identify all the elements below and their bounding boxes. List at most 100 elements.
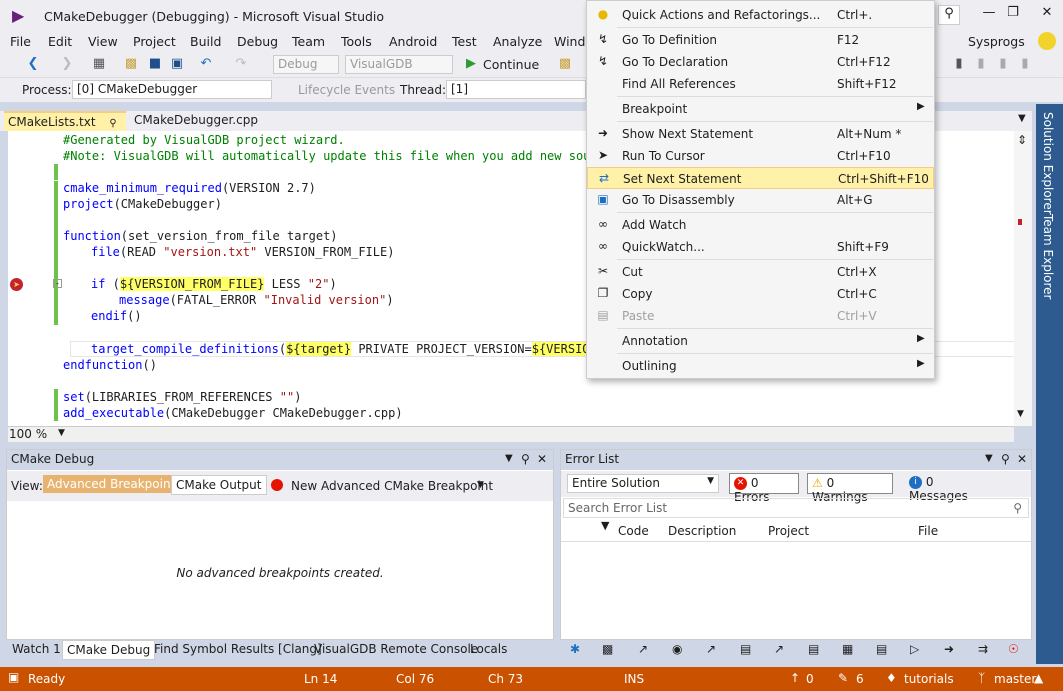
tab-watch1[interactable]: Watch 1 (8, 640, 65, 660)
zoom-select[interactable]: 100 % (9, 427, 47, 441)
menu-item-quickwatch[interactable]: ∞ QuickWatch... Shift+F9 (587, 236, 934, 258)
menu-android[interactable]: Android (389, 34, 437, 49)
status-branch[interactable]: master (994, 672, 1036, 686)
dashboard-icon[interactable]: ◉ (672, 642, 682, 656)
next-bookmark-icon[interactable]: ▮ (994, 56, 1012, 74)
collapse-icon[interactable]: - (53, 279, 62, 288)
up-arrow-icon[interactable]: ↑ (790, 671, 800, 685)
menu-tools[interactable]: Tools (341, 34, 372, 49)
tab-cmake-debug[interactable]: CMake Debug (62, 640, 156, 660)
tab-remote-console[interactable]: VisualGDB Remote Console (310, 640, 482, 660)
export-icon[interactable]: ⇉ (978, 642, 988, 656)
scroll-down-icon[interactable]: ▼ (1017, 409, 1024, 419)
menu-item-copy[interactable]: ❐ Copy Ctrl+C (587, 283, 934, 305)
tab-cmakedebugger-cpp[interactable]: CMakeDebugger.cpp (128, 111, 268, 131)
menu-item-go-to-definition[interactable]: ↯ Go To Definition F12 (587, 29, 934, 51)
editor-vertical-scrollbar[interactable]: ⇕ ▼ (1014, 131, 1032, 426)
chip-icon[interactable]: ▩ (602, 642, 613, 656)
menu-item-quick-actions[interactable]: ● Quick Actions and Refactorings... Ctrl+. (587, 4, 934, 26)
new-project-icon[interactable]: ▦ (90, 56, 108, 74)
graph-icon[interactable]: ↗ (774, 642, 784, 656)
menu-item-outlining[interactable]: Outlining ▶ (587, 355, 934, 377)
column-project[interactable]: Project (768, 524, 809, 538)
scope-select[interactable]: Entire Solution ▼ (567, 474, 719, 493)
thread-select[interactable]: [1] (446, 80, 586, 99)
panel-pin-icon[interactable]: ⚲ (1001, 452, 1010, 466)
minimize-button[interactable]: — (978, 5, 1000, 25)
team-explorer-tab[interactable]: Team Explorer (1041, 214, 1055, 300)
warnings-filter-button[interactable]: ⚠ 0 Warnings (807, 473, 893, 504)
notification-icon[interactable]: ☉ (1008, 642, 1019, 656)
menu-team[interactable]: Team (292, 34, 325, 49)
tab-cmake-output[interactable]: CMake Output (171, 475, 267, 495)
lifecycle-events-button[interactable]: Lifecycle Events (298, 83, 395, 97)
tab-locals[interactable]: Locals (466, 640, 511, 660)
tab-cmakelists[interactable]: CMakeLists.txt ⚲ ✕ (4, 111, 126, 143)
continue-play-icon[interactable]: ▶ (462, 56, 480, 74)
menu-item-go-to-disassembly[interactable]: ▣ Go To Disassembly Alt+G (587, 189, 934, 211)
tab-dropdown-icon[interactable]: ▼ (1018, 113, 1026, 124)
open-folder-icon[interactable]: ▩ (122, 56, 140, 74)
menu-item-add-watch[interactable]: ∞ Add Watch (587, 214, 934, 236)
menu-file[interactable]: File (10, 34, 31, 49)
menu-analyze[interactable]: Analyze (493, 34, 542, 49)
grid-icon[interactable]: ▦ (842, 642, 853, 656)
platform-select[interactable]: VisualGDB (345, 55, 453, 74)
panel-close-icon[interactable]: ✕ (1017, 452, 1027, 466)
tab-find-symbol[interactable]: Find Symbol Results [Clang] (150, 640, 326, 660)
menu-item-paste[interactable]: ▤ Paste Ctrl+V (587, 305, 934, 327)
back-icon[interactable]: ❮ (24, 56, 42, 74)
clear-bookmarks-icon[interactable]: ▮ (1016, 56, 1034, 74)
clipboard-icon[interactable]: ▤ (740, 642, 751, 656)
status-unpushed[interactable]: 0 (806, 672, 814, 686)
menu-item-go-to-declaration[interactable]: ↯ Go To Declaration Ctrl+F12 (587, 51, 934, 73)
menu-item-annotation[interactable]: Annotation ▶ (587, 330, 934, 352)
arrow-icon[interactable]: ➜ (944, 642, 954, 656)
errors-filter-button[interactable]: ✕ 0 Errors (729, 473, 799, 504)
new-breakpoint-icon[interactable] (271, 479, 283, 491)
panel-menu-icon[interactable]: ▼ (985, 453, 993, 464)
forward-icon[interactable]: ❯ (58, 56, 76, 74)
pencil-icon[interactable]: ✎ (838, 671, 848, 685)
column-file[interactable]: File (918, 524, 938, 538)
menu-debug[interactable]: Debug (237, 34, 278, 49)
new-breakpoint-dropdown-icon[interactable]: ▼ (477, 480, 484, 490)
close-button[interactable]: ✕ (1036, 5, 1058, 25)
menu-view[interactable]: View (88, 34, 118, 49)
tool-icon[interactable]: ✱ (570, 642, 580, 656)
solution-explorer-tab[interactable]: Solution Explorer (1041, 112, 1055, 215)
save-all-icon[interactable]: ▣ (168, 56, 186, 74)
search-icon[interactable]: ⚲ (1013, 501, 1022, 515)
chart-icon[interactable]: ↗ (638, 642, 648, 656)
menu-build[interactable]: Build (190, 34, 221, 49)
terminal-icon[interactable]: ▷ (910, 642, 919, 656)
menu-item-cut[interactable]: ✂ Cut Ctrl+X (587, 261, 934, 283)
zoom-dropdown-icon[interactable]: ▼ (58, 428, 65, 438)
menu-project[interactable]: Project (133, 34, 176, 49)
save-icon[interactable]: ■ (146, 56, 164, 74)
restore-button[interactable]: ❐ (1002, 5, 1024, 25)
menu-edit[interactable]: Edit (48, 34, 72, 49)
error-list-search[interactable]: Search Error List ⚲ (563, 498, 1029, 518)
menu-item-breakpoint[interactable]: Breakpoint ▶ (587, 98, 934, 120)
bookmark-icon[interactable]: ▮ (950, 56, 968, 74)
repo-icon[interactable]: ♦ (886, 671, 897, 685)
list-icon[interactable]: ▤ (876, 642, 887, 656)
breakpoint-current-line-icon[interactable]: ➤ (10, 278, 23, 291)
graph-icon[interactable]: ↗ (706, 642, 716, 656)
tab-advanced-breakpoints[interactable]: Advanced Breakpoints (43, 475, 186, 493)
menu-test[interactable]: Test (452, 34, 477, 49)
panel-menu-icon[interactable]: ▼ (505, 453, 513, 464)
disassembly-icon[interactable]: ▤ (808, 642, 819, 656)
messages-filter-button[interactable]: i 0 Messages (905, 473, 997, 503)
prev-bookmark-icon[interactable]: ▮ (972, 56, 990, 74)
menu-item-set-next-statement[interactable]: ⇄ Set Next Statement Ctrl+Shift+F10 (587, 167, 934, 189)
panel-close-icon[interactable]: ✕ (537, 452, 547, 466)
menu-item-show-next-statement[interactable]: ➜ Show Next Statement Alt+Num * (587, 123, 934, 145)
config-select[interactable]: Debug (273, 55, 339, 74)
notifications-icon[interactable]: ▲ (1034, 671, 1043, 685)
user-name[interactable]: Sysprogs (968, 34, 1025, 49)
column-description[interactable]: Description (668, 524, 736, 538)
undo-icon[interactable]: ↶ (197, 56, 215, 74)
column-code[interactable]: Code (618, 524, 649, 538)
